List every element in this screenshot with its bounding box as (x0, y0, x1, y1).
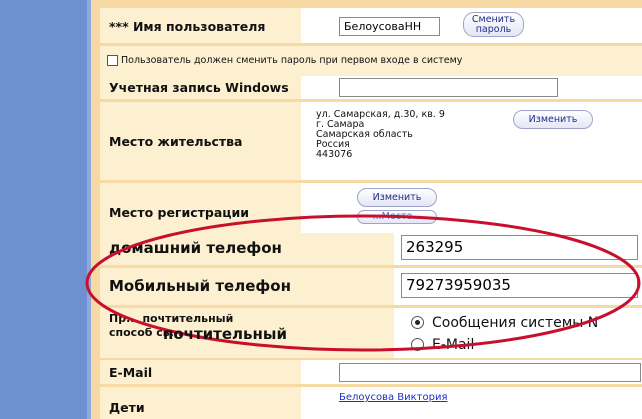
row-must-change: Пользователь должен сменить пароль при п… (100, 46, 642, 76)
registration-second-button[interactable]: ...Место... (357, 210, 437, 224)
preferred-label-line-1: Пр... почтительный (109, 312, 234, 325)
children-label-cell: Дети (100, 387, 301, 419)
mobile-phone-input[interactable]: 79273959035 (401, 273, 638, 298)
preferred-value-cell: Сообщения системы N E-Mail (398, 308, 642, 358)
email-label-cell: E-Mail (100, 360, 301, 384)
preferred-option-system-label: Сообщения системы N (432, 315, 599, 331)
preferred-label-overlay: почтительный (163, 325, 287, 343)
mobile-phone-label: Мобильный телефон (109, 277, 291, 295)
must-change-checkbox[interactable] (107, 55, 118, 66)
row-residence: Место жительства ул. Самарская, д.30, кв… (100, 102, 642, 180)
preferred-option-email-label: E-Mail (432, 337, 475, 353)
row-username: *** Имя пользователя БелоусоваНН Сменить… (100, 8, 642, 43)
row-mobile-phone: Мобильный телефон 79273959035 (100, 268, 642, 305)
home-phone-label-cell: домашний телефон (100, 233, 394, 265)
username-value-cell: БелоусоваНН Сменить пароль (305, 8, 642, 43)
registration-label: Место регистрации (109, 205, 250, 220)
must-change-label: Пользователь должен сменить пароль при п… (121, 55, 463, 66)
left-sidebar (0, 0, 87, 419)
residence-value-cell: ул. Самарская, д.30, кв. 9 г. Самара Сам… (305, 102, 642, 180)
residence-address-line-5: 443076 (316, 149, 353, 160)
email-value-cell (305, 360, 642, 384)
registration-value-cell: Изменить ...Место... (305, 183, 642, 239)
registration-label-cell: Место регистрации (100, 183, 301, 239)
windows-account-input[interactable] (339, 78, 558, 97)
registration-change-button[interactable]: Изменить (357, 188, 437, 207)
home-phone-label: домашний телефон (109, 239, 282, 257)
row-children: Дети Белоусова Виктория (100, 387, 642, 419)
residence-change-button[interactable]: Изменить (513, 110, 593, 129)
windows-account-label: Учетная запись Windows (109, 80, 289, 95)
email-label: E-Mail (109, 365, 153, 380)
mobile-phone-label-cell: Мобильный телефон (100, 268, 394, 305)
change-password-button[interactable]: Сменить пароль (463, 12, 524, 37)
row-home-phone: домашний телефон 263295 (100, 233, 642, 265)
preferred-option-email-radio[interactable] (411, 338, 424, 351)
children-label: Дети (109, 400, 145, 415)
change-password-label-2: пароль (475, 24, 512, 35)
username-label-cell: *** Имя пользователя (100, 8, 301, 43)
children-value-cell: Белоусова Виктория (305, 387, 642, 419)
row-registration: Место регистрации Изменить ...Место... (100, 183, 642, 239)
username-input[interactable]: БелоусоваНН (339, 17, 440, 36)
child-link[interactable]: Белоусова Виктория (339, 392, 447, 403)
residence-label-cell: Место жительства (100, 102, 301, 180)
mobile-phone-value-cell: 79273959035 (398, 268, 642, 305)
windows-label-cell: Учетная запись Windows (100, 76, 301, 99)
residence-label: Место жительства (109, 134, 243, 149)
preferred-option-system-radio[interactable] (411, 316, 424, 329)
home-phone-value-cell: 263295 (398, 233, 642, 265)
row-email: E-Mail (100, 360, 642, 384)
email-input[interactable] (339, 363, 641, 382)
home-phone-input[interactable]: 263295 (401, 235, 638, 260)
username-label: *** Имя пользователя (109, 19, 266, 34)
windows-value-cell (305, 76, 642, 99)
row-windows-account: Учетная запись Windows (100, 76, 642, 99)
